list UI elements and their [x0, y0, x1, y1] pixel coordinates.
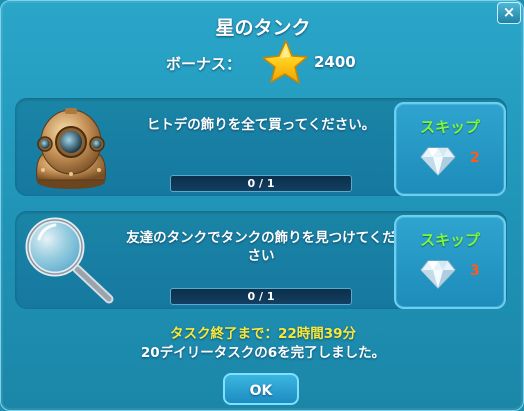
progress-bar: 0 / 1 [170, 288, 352, 305]
daily-progress-text: 20デイリータスクの6を完了しました。 [140, 345, 386, 361]
task-description: ヒトデの飾りを全て買ってください。 [146, 117, 376, 133]
diving-helmet-icon [36, 108, 106, 189]
skip-button[interactable]: スキップ 3 [394, 215, 506, 309]
magnifying-glass-icon [25, 217, 114, 304]
ok-button[interactable]: OK [223, 373, 299, 405]
task-dialog: × 星のタンク ボーナス： 2400 ヒトデの飾りを全て買ってください。 0 /… [0, 0, 524, 411]
diamond-icon [420, 147, 456, 176]
progress-bar: 0 / 1 [170, 175, 352, 192]
skip-label: スキップ [419, 118, 480, 136]
skip-button[interactable]: スキップ 2 [394, 102, 506, 196]
task-timer: タスク終了まで：22時間39分 [169, 326, 357, 342]
bonus-label: ボーナス： [166, 55, 242, 73]
skip-label: スキップ [419, 231, 480, 249]
dialog-title: 星のタンク [215, 17, 311, 39]
task-row: ヒトデの飾りを全て買ってください。 0 / 1 スキップ 2 [15, 98, 507, 196]
task-row: 友達のタンクでタンクの飾りを見つけてください 0 / 1 スキップ 3 [15, 211, 507, 309]
skip-cost: 3 [470, 263, 480, 279]
diamond-icon [420, 260, 456, 289]
task-description: 友達のタンクでタンクの飾りを見つけてください [126, 230, 396, 264]
star-icon [262, 40, 308, 84]
skip-cost: 2 [470, 150, 480, 166]
bonus-value: 2400 [314, 53, 356, 71]
